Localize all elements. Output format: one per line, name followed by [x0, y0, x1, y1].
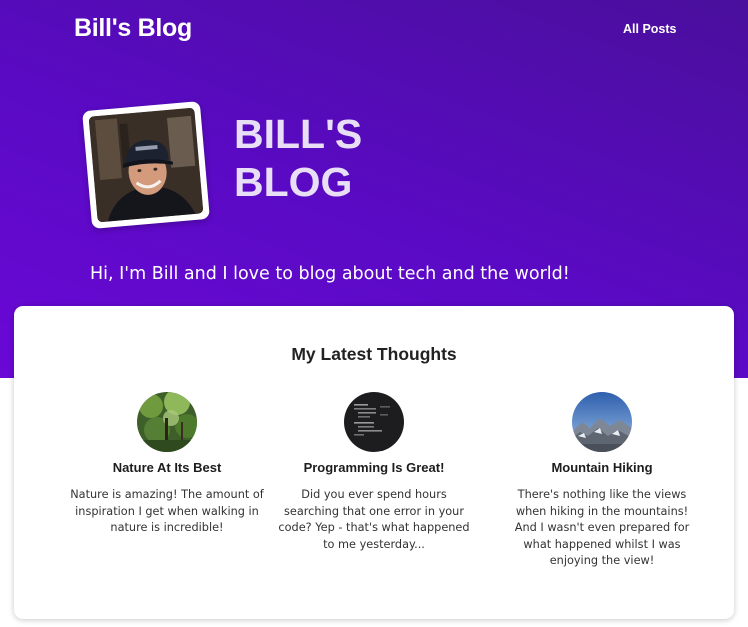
post-card-nature[interactable]: Nature At Its Best Nature is amazing! Th…: [67, 392, 267, 537]
post-title[interactable]: Mountain Hiking: [502, 460, 702, 475]
brand-logo-link[interactable]: Bill's Blog: [74, 14, 192, 43]
post-title[interactable]: Nature At Its Best: [67, 460, 267, 475]
hero-subtitle: Hi, I'm Bill and I love to blog about te…: [90, 264, 570, 284]
latest-thoughts-card: My Latest Thoughts Nature At Its Best Na…: [14, 306, 734, 619]
post-excerpt: There's nothing like the views when hiki…: [514, 488, 690, 567]
post-excerpt: Nature is amazing! The amount of inspira…: [70, 488, 264, 534]
hero-title: BILL'S BLOG: [234, 111, 363, 205]
post-thumbnail-mountain[interactable]: [572, 392, 632, 452]
avatar: [82, 101, 210, 229]
post-card-mountain[interactable]: Mountain Hiking There's nothing like the…: [502, 392, 702, 570]
post-thumbnail-code[interactable]: [344, 392, 404, 452]
nav-all-posts-link[interactable]: All Posts: [623, 22, 677, 36]
post-card-programming[interactable]: Programming Is Great! Did you ever spend…: [274, 392, 474, 553]
post-thumbnail-forest[interactable]: [137, 392, 197, 452]
section-title: My Latest Thoughts: [291, 344, 457, 364]
post-excerpt: Did you ever spend hours searching that …: [278, 488, 470, 551]
post-title[interactable]: Programming Is Great!: [274, 460, 474, 475]
avatar-photo: [88, 107, 204, 223]
